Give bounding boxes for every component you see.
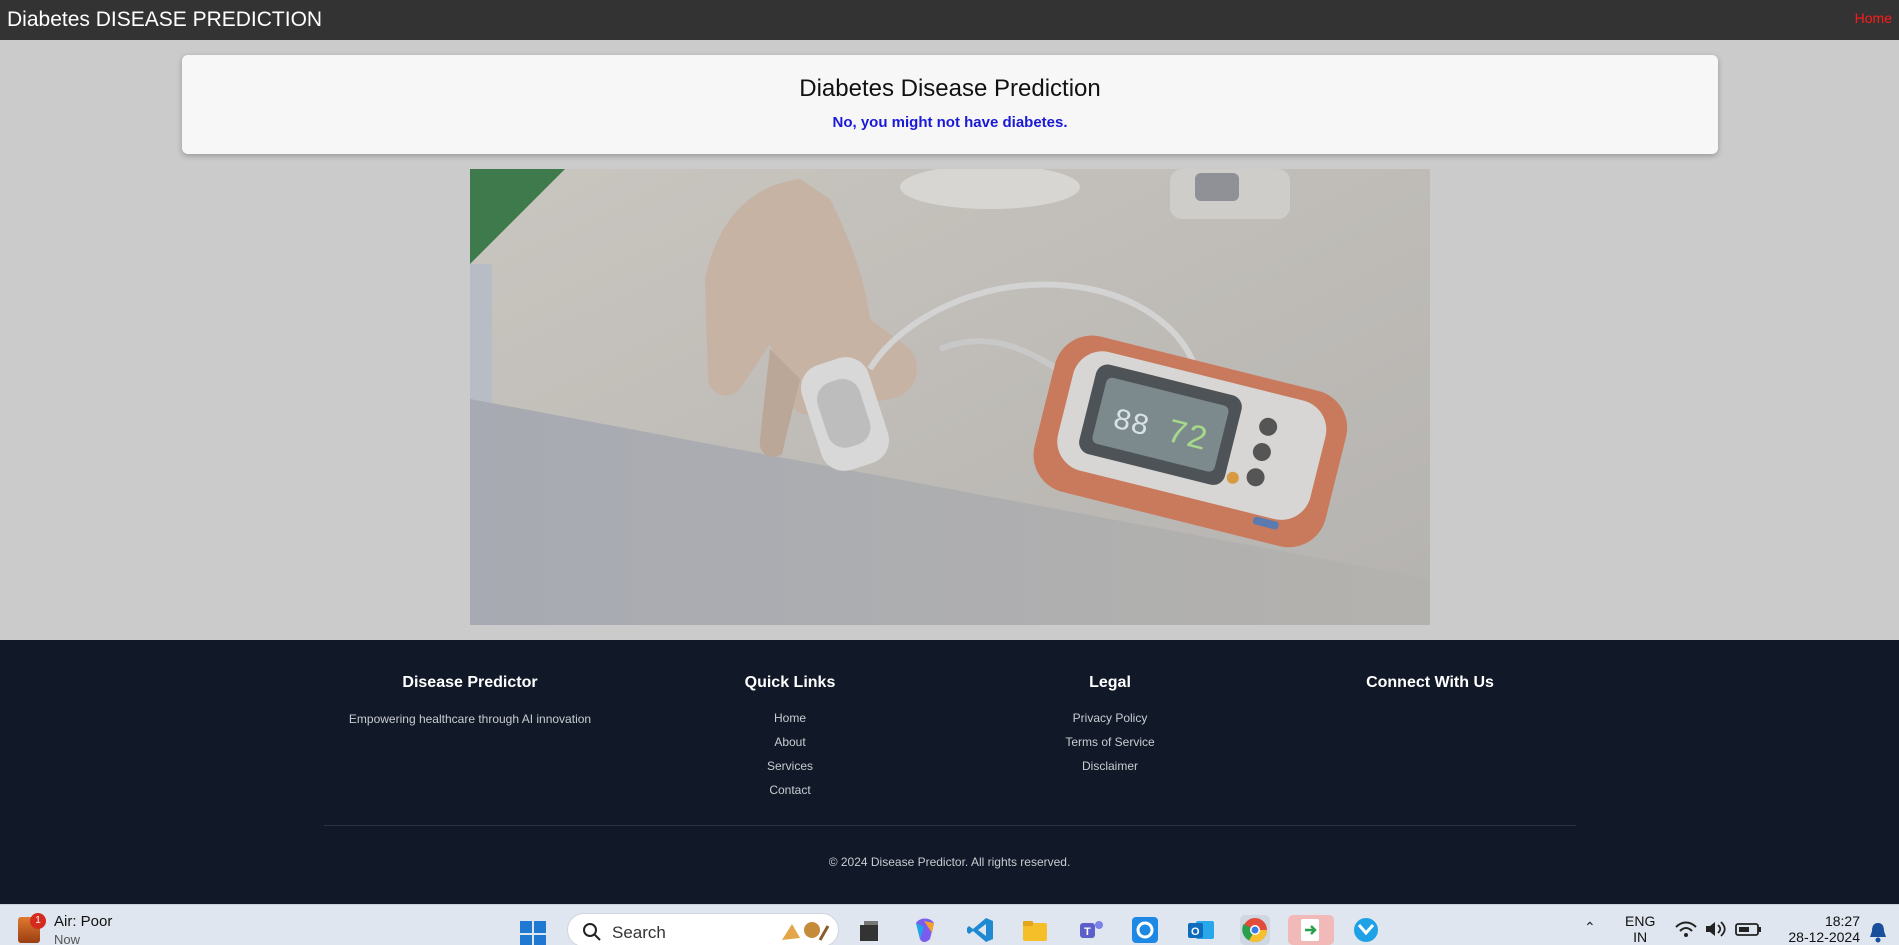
air-quality-label: Air: Poor — [54, 913, 113, 930]
top-navbar: Diabetes DISEASE PREDICTION Home — [0, 0, 1899, 40]
footer-link-contact[interactable]: Contact — [769, 783, 810, 797]
site-footer: Disease Predictor Empowering healthcare … — [0, 640, 1899, 904]
battery-icon — [1735, 923, 1761, 936]
footer-divider — [324, 825, 1576, 826]
pulse-oximeter-image: 88 72 — [470, 169, 1430, 625]
cortana-icon[interactable] — [1130, 915, 1160, 945]
footer-connect: Connect With Us — [1280, 674, 1580, 692]
svg-text:T: T — [1084, 926, 1091, 938]
prediction-result-card: Diabetes Disease Prediction No, you migh… — [182, 55, 1718, 154]
footer-tagline: Empowering healthcare through AI innovat… — [348, 712, 592, 726]
windows-taskbar: 1 Air: Poor Now Search T O ⌃ ENG IN 18:2… — [0, 904, 1899, 945]
clock-time: 18:27 — [1824, 913, 1860, 929]
volume-icon — [1706, 921, 1726, 937]
search-icon — [583, 923, 601, 941]
taskbar-search-box[interactable]: Search — [567, 913, 839, 945]
file-transfer-icon[interactable] — [1288, 915, 1334, 945]
outlook-icon[interactable]: O — [1186, 915, 1216, 945]
footer-copyright: © 2024 Disease Predictor. All rights res… — [828, 855, 1071, 869]
wifi-icon — [1675, 921, 1697, 937]
footer-link-about[interactable]: About — [774, 735, 805, 749]
footer-link-services[interactable]: Services — [767, 759, 813, 773]
footer-link-home[interactable]: Home — [774, 711, 806, 725]
input-language-indicator[interactable]: ENG IN — [1625, 913, 1655, 945]
file-explorer-icon[interactable] — [1020, 915, 1050, 945]
vscode-icon[interactable] — [966, 915, 996, 945]
page-title: Diabetes Disease Prediction — [799, 75, 1101, 102]
footer-legal: Legal Privacy Policy Terms of Service Di… — [960, 674, 1260, 784]
chrome-icon[interactable] — [1240, 915, 1270, 945]
start-button[interactable] — [518, 919, 548, 945]
footer-link-disclaimer[interactable]: Disclaimer — [1082, 759, 1138, 773]
edge-bing-icon[interactable] — [1351, 915, 1381, 945]
air-quality-sub: Now — [54, 932, 81, 945]
footer-connect-heading: Connect With Us — [1366, 674, 1494, 691]
teams-icon[interactable]: T — [1076, 915, 1106, 945]
svg-text:O: O — [1191, 926, 1200, 938]
system-tray-icons[interactable] — [1674, 919, 1770, 944]
footer-quick-links-heading: Quick Links — [744, 674, 836, 691]
search-placeholder: Search — [612, 923, 666, 942]
region-code: IN — [1633, 929, 1648, 945]
clock-date: 28-12-2024 — [1788, 929, 1860, 945]
notification-badge: 1 — [30, 913, 46, 929]
nav-home-link[interactable]: Home — [1855, 10, 1892, 26]
notification-bell-icon[interactable] — [1868, 921, 1888, 945]
prediction-result-message: No, you might not have diabetes. — [832, 114, 1068, 131]
weather-widget[interactable]: 1 Air: Poor Now — [14, 913, 124, 945]
copilot-icon[interactable] — [910, 915, 940, 945]
search-highlight-icon — [782, 922, 830, 941]
language-code: ENG — [1625, 913, 1656, 929]
footer-quick-links: Quick Links Home About Services Contact — [640, 674, 940, 808]
show-hidden-icons-chevron-icon[interactable]: ⌃ — [1584, 919, 1596, 936]
footer-about-heading: Disease Predictor — [402, 674, 538, 691]
windows-logo-icon — [520, 921, 546, 945]
footer-link-terms-of-service[interactable]: Terms of Service — [1065, 735, 1154, 749]
footer-link-privacy-policy[interactable]: Privacy Policy — [1073, 711, 1148, 725]
system-clock[interactable]: 18:27 28-12-2024 — [1778, 913, 1860, 945]
footer-legal-heading: Legal — [1089, 674, 1131, 691]
footer-about: Disease Predictor Empowering healthcare … — [320, 674, 620, 726]
task-view-icon[interactable] — [854, 915, 884, 945]
site-brand[interactable]: Diabetes DISEASE PREDICTION — [7, 8, 322, 32]
